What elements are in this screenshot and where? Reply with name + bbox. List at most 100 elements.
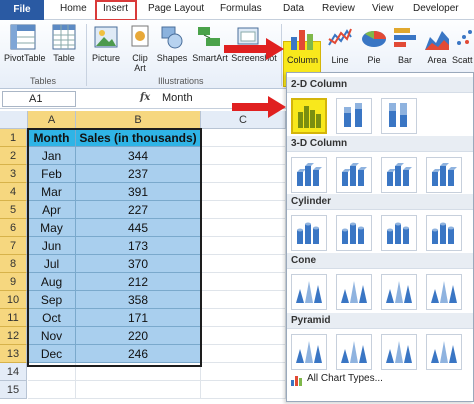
pyr-stacked-column-icon[interactable] (336, 334, 372, 370)
row-header[interactable]: 11 (0, 309, 27, 327)
row-header[interactable]: 12 (0, 327, 27, 345)
empty-cell[interactable] (201, 165, 286, 183)
tab-data[interactable]: Data (283, 3, 304, 14)
arrow-to-2d-column-icon (232, 96, 286, 118)
tab-page-layout[interactable]: Page Layout (148, 3, 204, 14)
tab-home[interactable]: Home (60, 3, 87, 14)
empty-cell[interactable] (201, 273, 286, 291)
empty-cell[interactable] (201, 255, 286, 273)
row-header[interactable]: 5 (0, 201, 27, 219)
cone-3d-column-icon[interactable] (426, 274, 462, 310)
clip-art-button[interactable]: Clip Art (126, 53, 154, 73)
cone-100-stacked-column-icon[interactable] (381, 274, 417, 310)
cyl-stacked-column-icon[interactable] (336, 215, 372, 251)
cyl-clustered-column-icon[interactable] (291, 215, 327, 251)
row-header[interactable]: 14 (0, 363, 27, 381)
column-chart-button[interactable]: Column (284, 55, 321, 65)
cone-stacked-column-icon[interactable] (336, 274, 372, 310)
line-chart-button[interactable]: Line (322, 55, 358, 65)
row-header[interactable]: 10 (0, 291, 27, 309)
section-3d-column: 3-D Column (287, 136, 473, 152)
column-chart-icon (289, 25, 315, 54)
3d-100-stacked-column-icon[interactable] (381, 157, 417, 193)
ribbon-separator (86, 24, 87, 86)
section-2d-column: 2-D Column (287, 77, 473, 93)
empty-cell[interactable] (201, 219, 286, 237)
all-chart-types-link[interactable]: All Chart Types... (307, 373, 383, 384)
pie-chart-button[interactable]: Pie (358, 55, 390, 65)
clip-art-icon (130, 24, 150, 53)
pyr-100-stacked-column-icon[interactable] (381, 334, 417, 370)
line-chart-icon (327, 25, 353, 54)
3d-clustered-column-icon[interactable] (291, 157, 327, 193)
fx-icon[interactable]: fx (140, 92, 150, 103)
empty-cell[interactable] (201, 183, 286, 201)
area-chart-icon (424, 25, 450, 54)
tab-view[interactable]: View (372, 3, 394, 14)
cyl-3d-column-icon[interactable] (426, 215, 462, 251)
scatter-chart-button[interactable]: Scatt (452, 55, 474, 65)
picture-button[interactable]: Picture (88, 53, 124, 63)
all-chart-types-label: All Chart Types... (307, 373, 383, 384)
row-header[interactable]: 4 (0, 183, 27, 201)
clip-art-label-line1: Clip (132, 53, 148, 63)
scatter-chart-icon (455, 25, 474, 54)
pyr-clustered-column-icon[interactable] (291, 334, 327, 370)
cyl-100-stacked-column-icon[interactable] (381, 215, 417, 251)
2d-stacked-column-icon[interactable] (336, 98, 372, 134)
empty-cell[interactable] (28, 381, 76, 399)
pyr-3d-column-icon[interactable] (426, 334, 462, 370)
cone-clustered-column-icon[interactable] (291, 274, 327, 310)
table-button[interactable]: Table (48, 53, 80, 63)
column-header-a[interactable]: A (28, 111, 76, 129)
empty-cell[interactable] (201, 147, 286, 165)
empty-cell[interactable] (201, 309, 286, 327)
row-header[interactable]: 15 (0, 381, 27, 399)
group-label-tables: Tables (30, 76, 57, 86)
tab-review[interactable]: Review (322, 3, 355, 14)
empty-cell[interactable] (201, 129, 286, 147)
3d-stacked-column-icon[interactable] (336, 157, 372, 193)
empty-cell[interactable] (201, 291, 286, 309)
select-all-corner[interactable] (0, 111, 28, 129)
2d-100-stacked-column-icon[interactable] (381, 98, 417, 134)
bar-chart-button[interactable]: Bar (390, 55, 420, 65)
shapes-button[interactable]: Shapes (155, 53, 189, 63)
empty-cell[interactable] (76, 381, 201, 399)
arrow-to-column-icon (224, 38, 284, 60)
empty-cell[interactable] (201, 363, 286, 381)
all-chart-types-icon (291, 375, 303, 389)
group-label-illustrations: Illustrations (158, 76, 204, 86)
section-cone: Cone (287, 253, 473, 269)
row-header[interactable]: 7 (0, 237, 27, 255)
tab-insert[interactable]: Insert (103, 3, 128, 14)
2d-clustered-column-icon[interactable] (291, 98, 327, 134)
tab-formulas[interactable]: Formulas (220, 3, 262, 14)
row-header[interactable]: 3 (0, 165, 27, 183)
tab-file[interactable]: File (0, 0, 44, 20)
row-header[interactable]: 9 (0, 273, 27, 291)
formula-input[interactable]: Month (162, 92, 193, 104)
row-header[interactable]: 6 (0, 219, 27, 237)
row-header[interactable]: 1 (0, 129, 27, 147)
pivottable-button[interactable]: PivotTable (4, 53, 46, 63)
smartart-icon (196, 24, 222, 53)
row-header[interactable]: 2 (0, 147, 27, 165)
section-cylinder: Cylinder (287, 194, 473, 210)
clip-art-label-line2: Art (134, 63, 146, 73)
empty-cell[interactable] (201, 237, 286, 255)
row-header[interactable]: 8 (0, 255, 27, 273)
row-header[interactable]: 13 (0, 345, 27, 363)
empty-cell[interactable] (201, 381, 286, 399)
empty-cell[interactable] (201, 327, 286, 345)
table-icon (52, 24, 76, 53)
tab-developer[interactable]: Developer (413, 3, 459, 14)
column-header-b[interactable]: B (76, 111, 201, 129)
area-chart-button[interactable]: Area (422, 55, 452, 65)
empty-cell[interactable] (201, 345, 286, 363)
3d-3d-column-icon[interactable] (426, 157, 462, 193)
name-box[interactable]: A1 (2, 91, 76, 107)
ribbon-tab-bar: File Home Insert Page Layout Formulas Da… (0, 0, 474, 21)
empty-cell[interactable] (201, 201, 286, 219)
pivottable-icon (10, 24, 36, 53)
